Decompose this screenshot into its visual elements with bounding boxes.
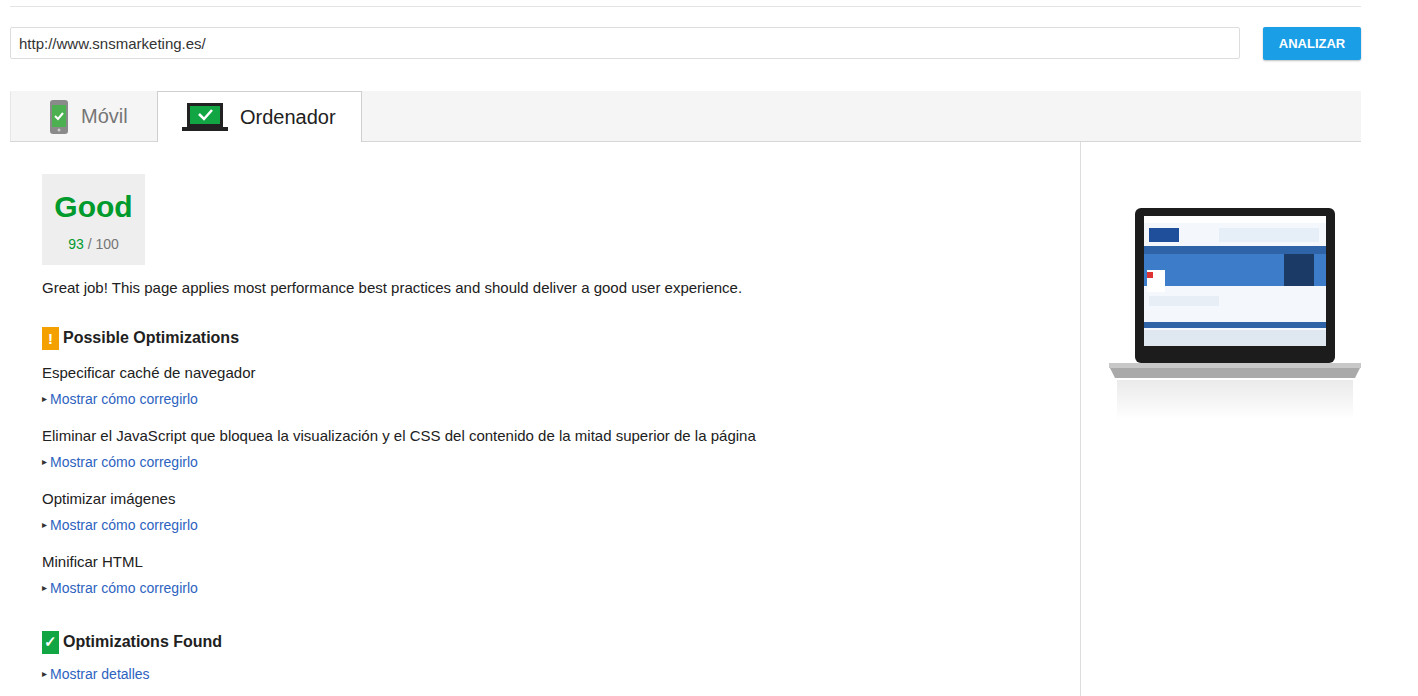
check-icon: ✓	[42, 631, 59, 654]
url-input[interactable]	[10, 27, 1240, 59]
search-row: ANALIZAR	[10, 27, 1361, 60]
device-tab[interactable]: Ordenador	[157, 91, 362, 142]
score-label: Good	[54, 190, 132, 224]
fix-link[interactable]: ▸Mostrar cómo corregirlo	[42, 578, 198, 598]
score-box: Good 93 / 100	[42, 174, 145, 265]
optimization-title: Eliminar el JavaScript que bloquea la vi…	[42, 426, 1048, 446]
fix-link[interactable]: ▸Mostrar cómo corregirlo	[42, 452, 198, 472]
fix-link[interactable]: ▸Mostrar cómo corregirlo	[42, 515, 198, 535]
score-value: 93 / 100	[68, 236, 119, 252]
optimization-item: Especificar caché de navegador ▸Mostrar c…	[42, 363, 1048, 409]
phone-icon	[49, 99, 69, 135]
results-panel: Good 93 / 100 Great job! This page applies…	[10, 142, 1081, 696]
optimization-title: Minificar HTML	[42, 552, 1048, 572]
top-rule	[10, 0, 1361, 7]
fix-link[interactable]: ▸Mostrar cómo corregirlo	[42, 389, 198, 409]
optimization-item: Eliminar el JavaScript que bloquea la vi…	[42, 426, 1048, 472]
arrow-icon: ▸	[42, 452, 47, 472]
results: Good 93 / 100 Great job! This page applies…	[10, 142, 1361, 696]
laptop-icon	[182, 102, 228, 132]
arrow-icon: ▸	[42, 389, 47, 409]
optimization-title: Optimizar imágenes	[42, 489, 1048, 509]
section-header: ✓Optimizations Found	[42, 630, 1048, 654]
summary: Great job! This page applies most perfor…	[42, 278, 1048, 298]
tab-bar: MóvilOrdenador	[10, 91, 1361, 142]
device-tab[interactable]: Móvil	[10, 91, 157, 141]
arrow-icon: ▸	[42, 664, 47, 684]
arrow-icon: ▸	[42, 578, 47, 598]
analyze-button[interactable]: ANALIZAR	[1263, 27, 1361, 60]
optimization-title: Especificar caché de navegador	[42, 363, 1048, 383]
page-screenshot	[1109, 206, 1361, 422]
section-header: !Possible Optimizations	[42, 326, 1048, 350]
page: ANALIZAR MóvilOrdenador Good 93 / 100 Great …	[0, 0, 1361, 696]
arrow-icon: ▸	[42, 515, 47, 535]
preview-panel	[1081, 142, 1361, 696]
optimization-item: Optimizar imágenes ▸Mostrar cómo corregir…	[42, 489, 1048, 535]
warning-icon: !	[42, 327, 59, 350]
details-link[interactable]: ▸Mostrar detalles	[42, 664, 150, 684]
optimization-item: Minificar HTML ▸Mostrar cómo corregirlo	[42, 552, 1048, 598]
